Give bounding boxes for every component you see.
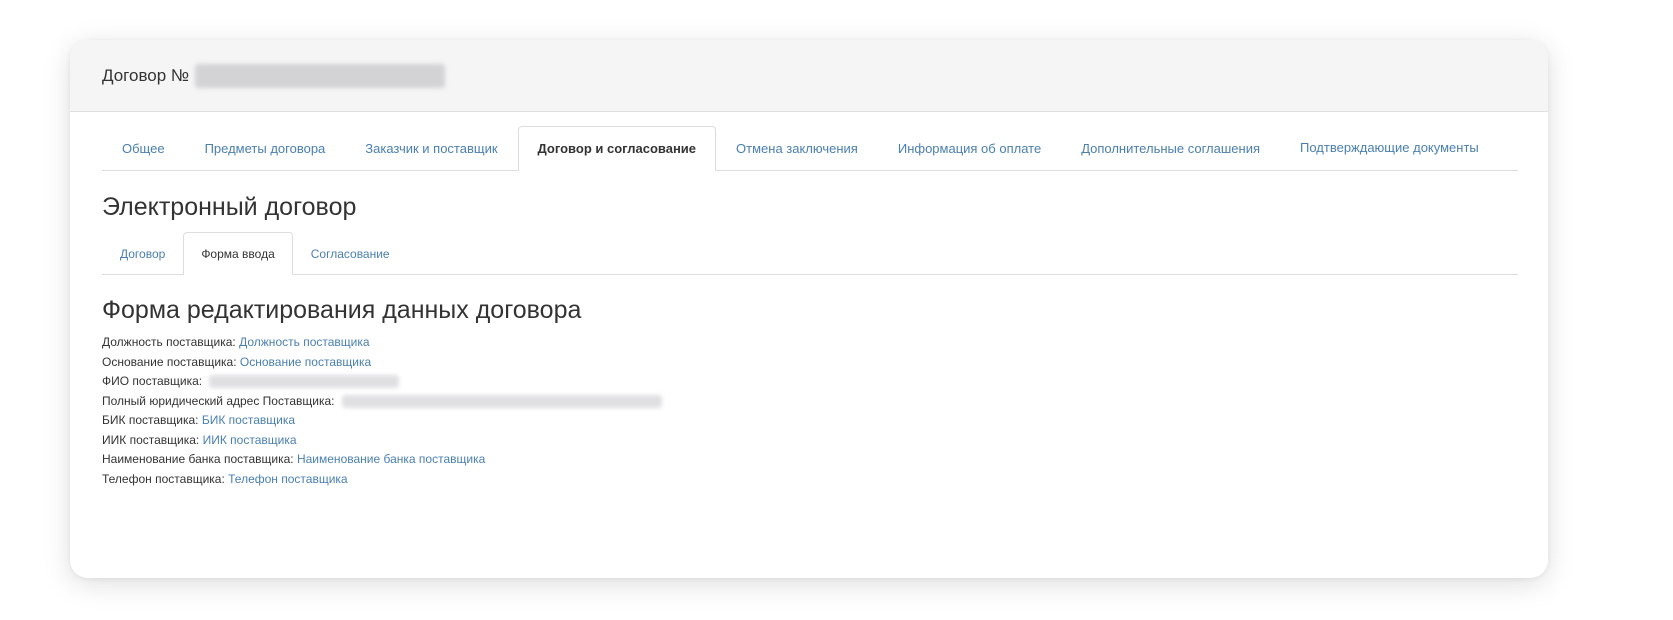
subtab-input-form[interactable]: Форма ввода (183, 232, 293, 275)
tab-additional-agreements[interactable]: Дополнительные соглашения (1061, 126, 1280, 170)
subtab-approval[interactable]: Согласование (293, 232, 408, 274)
card-title: Договор № (102, 65, 190, 85)
field-label: Основание поставщика: (102, 354, 237, 369)
tab-general[interactable]: Общее (102, 126, 185, 170)
card-header: Договор № (70, 40, 1548, 112)
field-value[interactable]: Телефон поставщика (228, 472, 347, 486)
main-tabs: Общее Предметы договора Заказчик и поста… (102, 126, 1518, 171)
field-label: Должность поставщика: (102, 335, 236, 349)
form-title: Форма редактирования данных договора (102, 296, 582, 324)
field-label: БИК поставщика: (102, 413, 199, 427)
field-supplier-iik: ИИК поставщика: ИИК поставщика (102, 431, 1516, 451)
field-value[interactable]: Должность поставщика (239, 335, 369, 349)
field-supplier-fullname: ФИО поставщика: (102, 372, 1516, 392)
field-label: Телефон поставщика: (102, 471, 225, 486)
field-label: Полный юридический адрес Поставщика: (102, 393, 335, 408)
contract-fields: Должность поставщика: Должность поставщи… (102, 333, 1516, 489)
field-supplier-bik: БИК поставщика: БИК поставщика (102, 411, 1516, 431)
field-supplier-basis: Основание поставщика: Основание поставщи… (102, 353, 1516, 373)
sub-tabs: Договор Форма ввода Согласование (102, 232, 1518, 275)
field-supplier-address: Полный юридический адрес Поставщика: (102, 392, 1516, 412)
contract-card: Договор № Общее Предметы договора Заказч… (70, 40, 1548, 578)
field-value[interactable]: БИК поставщика (202, 413, 295, 427)
section-title: Электронный договор (102, 193, 357, 221)
field-value[interactable]: Основание поставщика (240, 355, 371, 369)
field-supplier-bank: Наименование банка поставщика: Наименова… (102, 450, 1516, 470)
tab-supporting-documents[interactable]: Подтверждающие документы (1280, 126, 1499, 168)
tab-cancellation[interactable]: Отмена заключения (716, 126, 878, 170)
tab-payment-info[interactable]: Информация об оплате (878, 126, 1061, 170)
tab-customer-supplier[interactable]: Заказчик и поставщик (345, 126, 517, 170)
redacted-value (341, 394, 662, 408)
field-supplier-position: Должность поставщика: Должность поставщи… (102, 333, 1516, 353)
redacted-contract-number (195, 63, 446, 88)
field-value[interactable]: Наименование банка поставщика (297, 452, 485, 466)
tab-contract-approval[interactable]: Договор и согласование (517, 126, 717, 171)
tab-contract-subjects[interactable]: Предметы договора (185, 126, 346, 170)
field-label: Наименование банка поставщика: (102, 452, 294, 466)
field-label: ФИО поставщика: (102, 374, 203, 388)
field-supplier-phone: Телефон поставщика: Телефон поставщика (102, 470, 1516, 490)
field-label: ИИК поставщика: (102, 432, 200, 447)
redacted-value (209, 375, 400, 389)
subtab-contract[interactable]: Договор (102, 232, 183, 274)
card-body: Общее Предметы договора Заказчик и поста… (70, 112, 1548, 489)
field-value[interactable]: ИИК поставщика (203, 433, 297, 447)
